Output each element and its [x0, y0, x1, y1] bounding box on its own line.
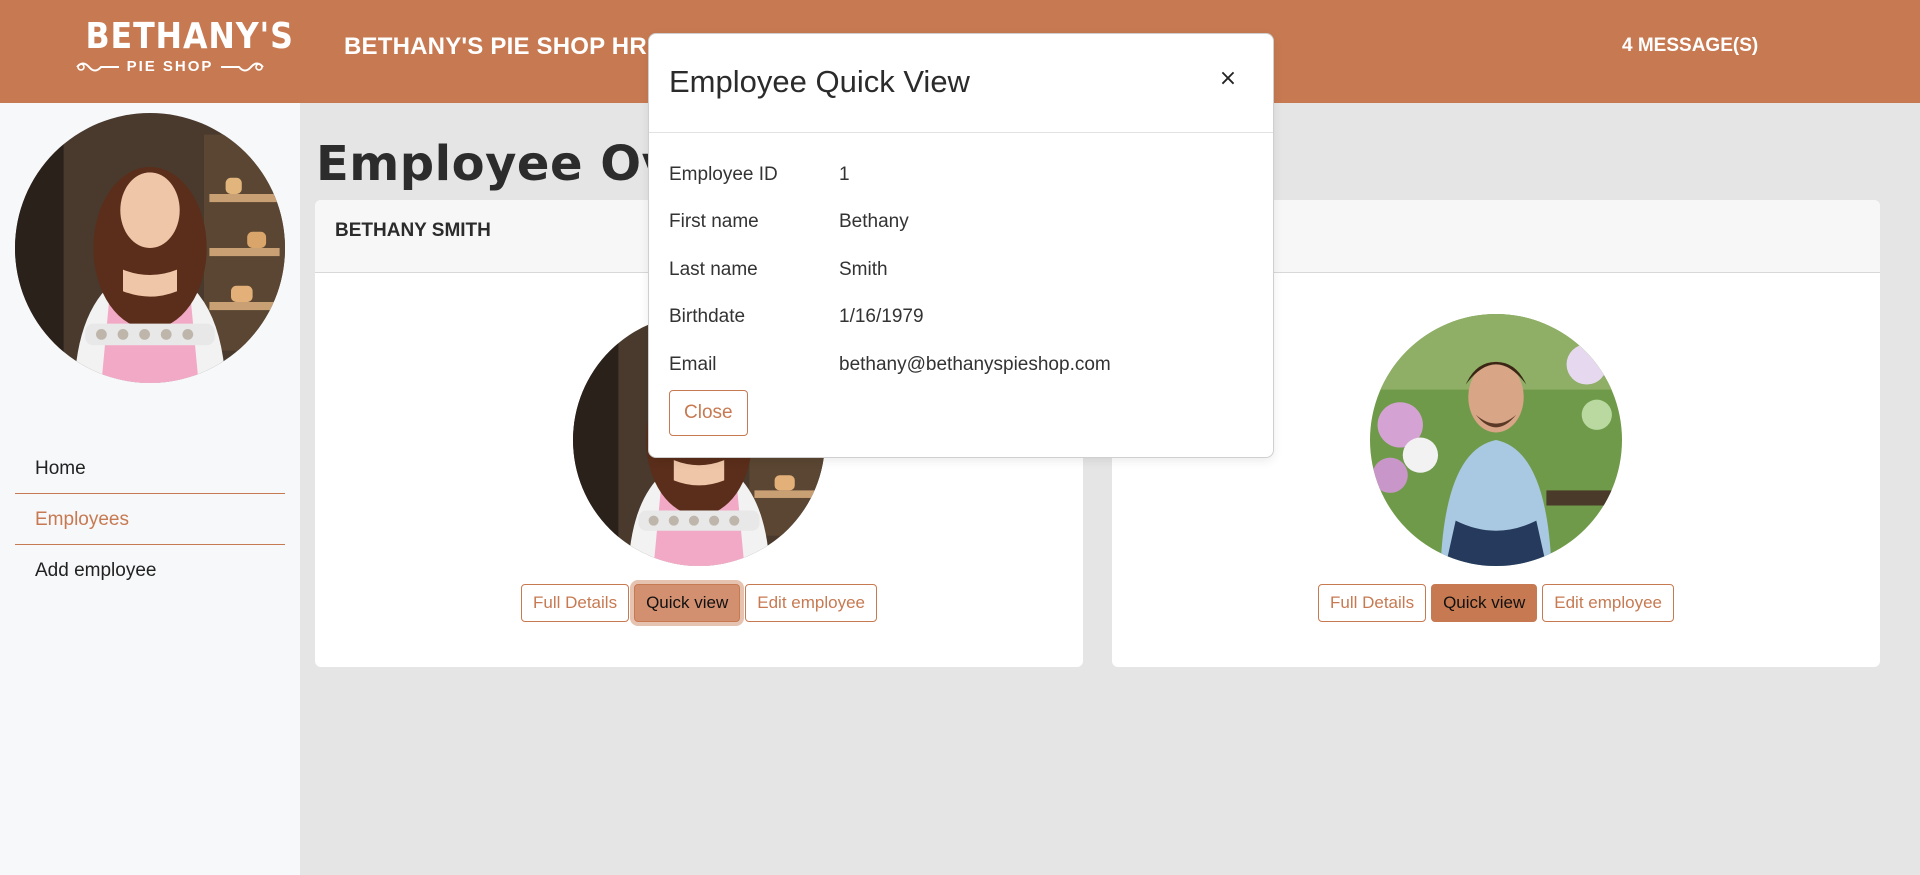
detail-row-employee-id: Employee ID 1 — [669, 164, 850, 186]
user-avatar — [15, 113, 285, 383]
card-actions: Full Details Quick view Edit employee — [1112, 584, 1880, 622]
employee-quick-view-modal: Employee Quick View × Employee ID 1 First… — [648, 33, 1274, 458]
logo-name: BETHANY'S — [85, 16, 294, 57]
flourish-right-icon — [221, 62, 265, 71]
edit-employee-button[interactable]: Edit employee — [1542, 584, 1674, 622]
detail-row-email: Email bethany@bethanyspieshop.com — [669, 354, 1111, 376]
logo-tagline: PIE SHOP — [126, 58, 214, 75]
edit-employee-button[interactable]: Edit employee — [745, 584, 877, 622]
full-details-button[interactable]: Full Details — [1317, 584, 1427, 622]
modal-title: Employee Quick View — [669, 64, 970, 99]
sidebar-nav: Home Employees Add employee — [15, 443, 285, 595]
detail-row-birthdate: Birthdate 1/16/1979 — [669, 306, 924, 328]
messages-count[interactable]: 4 MESSAGE(S) — [1622, 35, 1758, 57]
card-actions: Full Details Quick view Edit employee — [315, 584, 1083, 622]
employee-photo — [1370, 314, 1622, 566]
flourish-left-icon — [75, 62, 119, 71]
sidebar-item-employees[interactable]: Employees — [15, 493, 285, 545]
detail-value: Bethany — [839, 211, 909, 232]
detail-row-last-name: Last name Smith — [669, 259, 888, 281]
detail-value: 1/16/1979 — [839, 306, 924, 327]
sidebar: Home Employees Add employee — [0, 103, 300, 875]
close-button[interactable]: Close — [669, 390, 748, 436]
detail-label: Last name — [669, 259, 758, 280]
close-icon[interactable]: × — [1213, 64, 1243, 94]
quick-view-button[interactable]: Quick view — [634, 584, 741, 622]
modal-header: Employee Quick View × — [649, 34, 1273, 133]
avatar-photo — [15, 113, 285, 383]
detail-value: bethany@bethanyspieshop.com — [839, 354, 1111, 375]
detail-label: Email — [669, 354, 717, 375]
app-title[interactable]: BETHANY'S PIE SHOP HR — [344, 33, 647, 61]
detail-label: Birthdate — [669, 306, 746, 327]
full-details-button[interactable]: Full Details — [520, 584, 630, 622]
detail-row-first-name: First name Bethany — [669, 211, 909, 233]
detail-value: Smith — [839, 259, 888, 280]
sidebar-item-home[interactable]: Home — [15, 443, 285, 493]
quick-view-button[interactable]: Quick view — [1431, 584, 1538, 622]
employee-photo-image — [1370, 314, 1622, 566]
sidebar-item-add-employee[interactable]: Add employee — [15, 545, 285, 595]
bethanys-pie-shop-logo[interactable]: BETHANY'S PIE SHOP — [74, 16, 294, 79]
detail-value: 1 — [839, 164, 850, 185]
detail-label: First name — [669, 211, 759, 232]
detail-label: Employee ID — [669, 164, 778, 185]
